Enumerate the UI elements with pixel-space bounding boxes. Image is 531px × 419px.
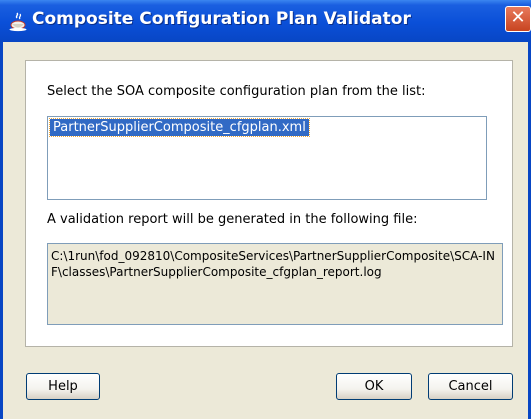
dialog-title: Composite Configuration Plan Validator — [32, 9, 411, 29]
select-plan-label: Select the SOA composite configuration p… — [47, 84, 426, 99]
ok-button[interactable]: OK — [336, 373, 412, 400]
dialog-window: Composite Configuration Plan Validator ✕… — [0, 0, 531, 419]
close-icon: ✕ — [510, 7, 526, 28]
close-button[interactable]: ✕ — [505, 6, 531, 32]
cancel-button[interactable]: Cancel — [428, 373, 513, 400]
report-path-field[interactable]: C:\1run\fod_092810\CompositeServices\Par… — [47, 243, 503, 325]
plan-list-item[interactable]: PartnerSupplierComposite_cfgplan.xml — [49, 118, 310, 137]
java-cup-icon — [9, 12, 27, 32]
plan-listbox[interactable]: PartnerSupplierComposite_cfgplan.xml — [47, 116, 487, 200]
help-button[interactable]: Help — [26, 373, 100, 400]
content-panel: Select the SOA composite configuration p… — [25, 60, 513, 347]
report-label: A validation report will be generated in… — [47, 212, 418, 227]
title-bar[interactable]: Composite Configuration Plan Validator ✕ — [0, 0, 531, 43]
